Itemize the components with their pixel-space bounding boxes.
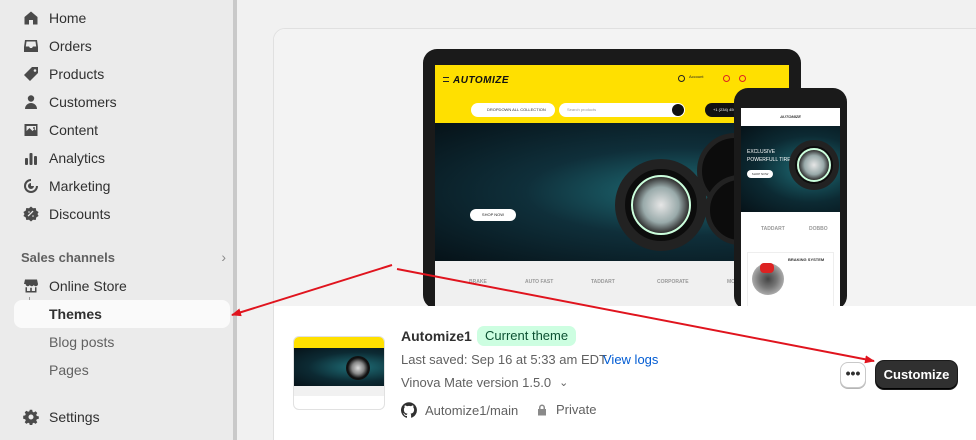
github-repo-label: Automize1/main: [425, 402, 519, 418]
brake-caliper-image: [760, 263, 774, 273]
sales-channels-label: Sales channels: [21, 249, 115, 265]
phone-hero-line2: POWERFULL TIRES: [747, 157, 794, 163]
cart-icon: [739, 75, 746, 82]
tag-icon: [22, 65, 40, 83]
github-icon: [401, 402, 417, 418]
sidebar: Home Orders Products Customers Content A…: [0, 0, 236, 440]
theme-version-selector[interactable]: Vinova Mate version 1.5.0 ⌄: [401, 375, 568, 390]
nav-analytics[interactable]: Analytics: [14, 145, 230, 171]
nav-content[interactable]: Content: [14, 117, 230, 143]
nav-content-label: Content: [49, 122, 99, 138]
hero-shop-button: SHOP NOW: [470, 209, 516, 221]
account-text: Account: [689, 74, 704, 79]
lock-icon: [538, 404, 546, 415]
nav-discounts[interactable]: Discounts: [14, 201, 230, 227]
github-repo[interactable]: Automize1/main: [401, 402, 518, 418]
sales-channels-header[interactable]: Sales channels ›: [21, 249, 226, 265]
home-icon: [22, 9, 40, 27]
phone-product-title: BRAKING SYSTEM: [788, 257, 825, 262]
nav-online-store[interactable]: Online Store: [14, 273, 230, 299]
wishlist-icon: [723, 75, 730, 82]
target-icon: [22, 177, 40, 195]
nav-marketing[interactable]: Marketing: [14, 173, 230, 199]
nav-home[interactable]: Home: [14, 5, 230, 31]
nav-settings[interactable]: Settings: [14, 404, 230, 430]
discount-icon: [22, 205, 40, 223]
last-saved-text: Last saved: Sep 16 at 5:33 am EDT: [401, 352, 607, 367]
customize-button[interactable]: Customize: [876, 361, 957, 389]
sidebar-scrollbar[interactable]: [233, 0, 237, 440]
nav-customers[interactable]: Customers: [14, 89, 230, 115]
current-theme-badge: Current theme: [477, 326, 577, 346]
nav-analytics-label: Analytics: [49, 150, 106, 166]
visibility-label: Private: [556, 402, 597, 417]
nav-home-label: Home: [49, 10, 87, 26]
rim-image: [797, 148, 831, 182]
rim-image: [631, 175, 691, 235]
theme-name: Automize1: [401, 328, 472, 344]
brand-logo: BRAKE: [469, 279, 487, 285]
phone-product-card: BRAKING SYSTEM: [747, 252, 834, 310]
store-logo: AUTOMIZE: [453, 75, 510, 86]
theme-version-label: Vinova Mate version 1.5.0: [401, 375, 552, 390]
sub-item-themes[interactable]: Themes: [14, 300, 230, 328]
nav-marketing-label: Marketing: [49, 178, 111, 194]
collection-dropdown: DROPDOWN ALL COLLECTION: [471, 103, 555, 117]
search-icon: [672, 104, 684, 116]
view-logs-link[interactable]: View logs: [603, 352, 658, 367]
bar-chart-icon: [22, 149, 40, 167]
phone-hero-line1: EXCLUSIVE: [747, 149, 776, 155]
theme-thumbnail[interactable]: [293, 336, 385, 410]
inbox-icon: [22, 37, 40, 55]
nav-customers-label: Customers: [49, 94, 117, 110]
nav-settings-label: Settings: [49, 409, 100, 425]
brand-logo: TADDART: [761, 226, 785, 232]
chevron-down-icon: ⌄: [559, 377, 569, 389]
nav-products[interactable]: Products: [14, 61, 230, 87]
sub-item-blog-posts[interactable]: Blog posts: [14, 328, 230, 356]
phone-store-logo: AUTOMIZE: [741, 108, 840, 126]
brand-logo: AUTO FAST: [525, 279, 554, 285]
person-icon: [22, 93, 40, 111]
brand-logo: DOBBO: [809, 226, 828, 232]
more-actions-button[interactable]: •••: [840, 362, 866, 388]
sub-item-themes-label: Themes: [49, 306, 102, 322]
phone-hero-button: SHOP NOW: [747, 170, 773, 178]
image-icon: [22, 121, 40, 139]
visibility-private: Private: [536, 402, 596, 417]
nav-orders-label: Orders: [49, 38, 92, 54]
nav-orders[interactable]: Orders: [14, 33, 230, 59]
sub-item-pages-label: Pages: [49, 362, 89, 378]
gear-icon: [22, 408, 40, 426]
chevron-right-icon: ›: [221, 249, 226, 265]
brand-logo: CORPORATE: [657, 279, 689, 285]
phone-brand-strip: TADDART DOBBO: [741, 218, 840, 246]
menu-icon: [443, 77, 449, 82]
nav-online-store-label: Online Store: [49, 278, 127, 294]
sub-item-blog-posts-label: Blog posts: [49, 334, 115, 350]
nav-products-label: Products: [49, 66, 105, 82]
phone-screen: AUTOMIZE EXCLUSIVE POWERFULL TIRES SHOP …: [741, 108, 840, 310]
account-icon: [678, 75, 685, 82]
store-search: Search products: [559, 103, 685, 117]
brand-logo: TADDART: [591, 279, 615, 285]
nav-discounts-label: Discounts: [49, 206, 111, 222]
theme-preview[interactable]: AUTOMIZE Account DROPDOWN ALL COLLECTION…: [274, 29, 976, 310]
phone-hero-banner: EXCLUSIVE POWERFULL TIRES SHOP NOW: [741, 126, 840, 212]
phone-mockup: AUTOMIZE EXCLUSIVE POWERFULL TIRES SHOP …: [734, 88, 847, 310]
sub-item-pages[interactable]: Pages: [14, 356, 230, 384]
theme-info-row: Automize1 Current theme Last saved: Sep …: [274, 306, 976, 440]
store-icon: [22, 277, 40, 295]
current-theme-card: AUTOMIZE Account DROPDOWN ALL COLLECTION…: [273, 28, 976, 440]
